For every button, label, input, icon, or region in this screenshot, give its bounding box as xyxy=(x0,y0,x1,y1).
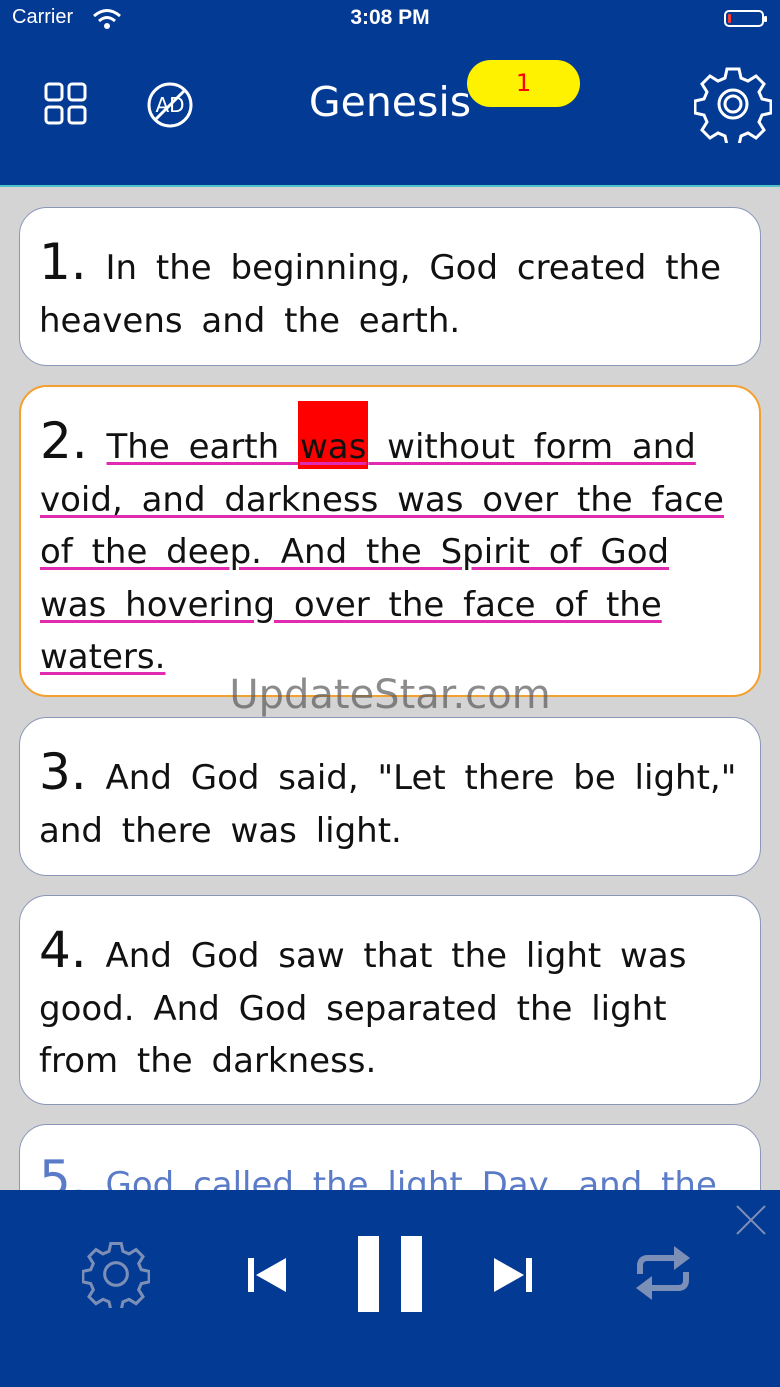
verse-number: 5. xyxy=(39,1150,87,1190)
verse-number: 3. xyxy=(39,743,87,801)
verse-text: The earth was without form and void, and… xyxy=(40,401,724,677)
verse-card-2[interactable]: 2. The earth was without form and void, … xyxy=(19,385,761,697)
next-icon[interactable] xyxy=(492,1256,534,1294)
verse-text-before: The earth xyxy=(106,427,298,467)
chapter-badge[interactable]: 1 xyxy=(467,60,580,107)
verse-number: 2. xyxy=(40,412,88,470)
battery-icon xyxy=(724,10,767,27)
clock: 3:08 PM xyxy=(350,6,430,29)
verse-text: And God saw that the light was good. And… xyxy=(39,936,687,1081)
verse-text: And God said, "Let there be light," and … xyxy=(39,758,737,851)
highlighted-word: was xyxy=(298,401,369,469)
verse-number: 4. xyxy=(39,921,87,979)
grid-icon[interactable] xyxy=(44,82,88,126)
watermark: UpdateStar.com xyxy=(229,672,551,718)
verse-card-3[interactable]: 3. And God said, "Let there be light," a… xyxy=(19,717,761,876)
top-bar: Carrier 3:08 PM AD Genesis 1 xyxy=(0,0,780,187)
gear-icon[interactable] xyxy=(694,65,772,143)
verse-card-4[interactable]: 4. And God saw that the light was good. … xyxy=(19,895,761,1105)
pause-icon[interactable] xyxy=(356,1236,424,1312)
previous-icon[interactable] xyxy=(246,1256,288,1294)
verse-text: In the beginning, God created the heaven… xyxy=(39,248,721,341)
repeat-icon[interactable] xyxy=(634,1242,692,1304)
page-title: Genesis xyxy=(308,78,472,126)
verse-number: 1. xyxy=(39,233,87,291)
verse-text: God called the light Day, and the xyxy=(105,1165,717,1190)
no-ads-icon[interactable]: AD xyxy=(146,81,194,129)
close-icon[interactable] xyxy=(735,1204,767,1236)
audio-player-bar xyxy=(0,1190,780,1387)
verse-card-5[interactable]: 5. God called the light Day, and the xyxy=(19,1124,761,1190)
settings-icon[interactable] xyxy=(82,1240,150,1308)
verse-card-1[interactable]: 1. In the beginning, God created the hea… xyxy=(19,207,761,366)
